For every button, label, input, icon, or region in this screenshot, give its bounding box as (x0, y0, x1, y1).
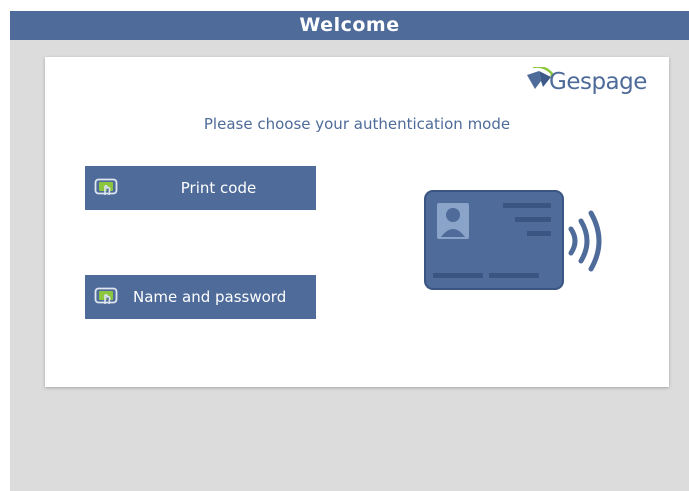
kiosk-screen: Welcome Gespage Please choose your authe… (10, 11, 689, 491)
name-and-password-label: Name and password (133, 288, 287, 306)
touch-screen-icon (94, 178, 118, 196)
touch-screen-icon (94, 287, 118, 305)
auth-prompt: Please choose your authentication mode (203, 115, 511, 133)
name-and-password-button[interactable]: Name and password (85, 275, 316, 319)
print-code-button[interactable]: Print code (85, 166, 316, 210)
gespage-logo: Gespage (523, 65, 663, 105)
window-title: Welcome (10, 11, 689, 40)
contactless-card-icon (424, 190, 602, 290)
logo-wordmark: Gespage (549, 69, 647, 95)
auth-panel: Gespage Please choose your authenticatio… (45, 57, 669, 387)
print-code-label: Print code (180, 179, 257, 197)
